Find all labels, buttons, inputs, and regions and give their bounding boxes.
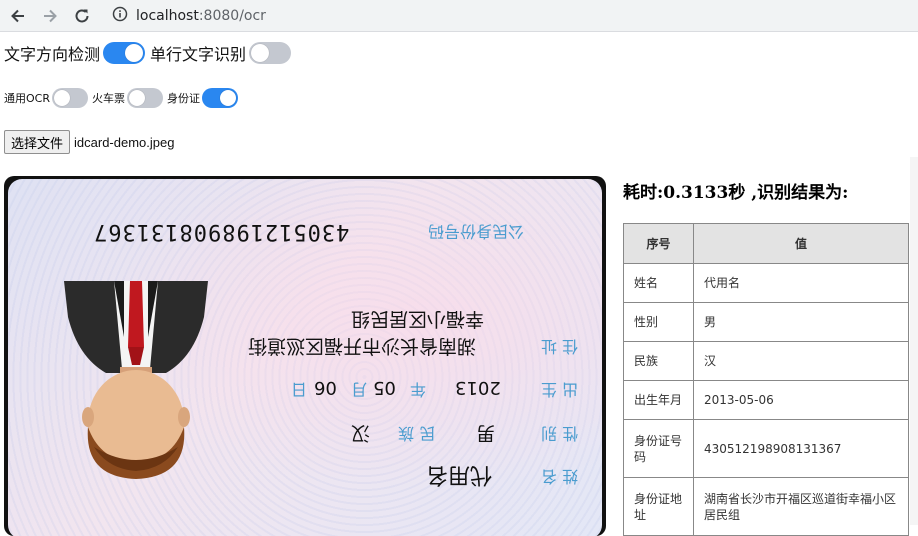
toggle-label-single-line: 单行文字识别: [150, 45, 247, 64]
direction-detect-toggle[interactable]: [103, 42, 146, 64]
back-arrow-icon[interactable]: [6, 4, 30, 28]
table-row: 姓名 代用名: [623, 263, 909, 303]
card-birth-month-unit: 月: [351, 380, 368, 399]
card-address-line1: 湖南省长沙市开福区巡道街: [248, 335, 477, 357]
card-sex-value: 男: [476, 422, 496, 444]
train-ticket-toggle[interactable]: [126, 88, 163, 108]
card-name-label: 姓 名: [541, 467, 579, 486]
forward-arrow-icon[interactable]: [38, 4, 62, 28]
card-name-value: 代用名: [426, 462, 493, 487]
idcard-image: 430512198908131367 公民身份号码 湖南省长沙市开福区巡道街 幸…: [4, 176, 606, 536]
card-birth-day-unit: 日: [291, 380, 308, 399]
table-row: 身份证地址 湖南省长沙市开福区巡道街幸福小区居民组: [623, 477, 909, 536]
portrait-avatar: [64, 281, 208, 479]
table-row: 民族 汉: [623, 341, 909, 381]
toggle-label-idcard: 身份证: [166, 92, 200, 105]
page-scrollbar[interactable]: [910, 157, 918, 525]
single-line-toggle[interactable]: [249, 42, 292, 64]
card-birth-month: 05: [373, 377, 396, 398]
row-value: 汉: [693, 341, 909, 381]
option-toggles: 文字方向检测 单行文字识别: [4, 40, 292, 66]
url-host: localhost: [136, 8, 199, 24]
table-row: 身份证号码 430512198908131367: [623, 419, 909, 478]
row-key: 姓名: [623, 263, 694, 303]
url-path: :8080/ocr: [198, 8, 266, 24]
browser-toolbar: localhost:8080/ocr: [0, 0, 918, 32]
table-row: 出生年月 2013-05-06: [623, 380, 909, 420]
row-value: 2013-05-06: [693, 380, 909, 420]
card-address-line2: 幸福小区居民组: [351, 308, 485, 330]
toggle-label-general: 通用OCR: [4, 92, 50, 105]
card-birth-label: 出 生: [541, 380, 579, 399]
card-birth-day: 06: [314, 377, 337, 398]
card-id-number: 430512198908131367: [93, 219, 350, 244]
mode-toggles: 通用OCR 火车票 身份证: [4, 86, 238, 110]
reload-icon[interactable]: [70, 4, 94, 28]
card-sex-label: 性 别: [541, 424, 579, 443]
toggle-label-direction: 文字方向检测: [4, 45, 101, 64]
general-ocr-toggle[interactable]: [51, 88, 88, 108]
result-table: 序号 值 姓名 代用名 性别 男 民族 汉 出生年月 2013-05-06 身份…: [623, 223, 909, 536]
card-ethnic-value: 汉: [351, 422, 371, 444]
card-birth-year-unit: 年: [410, 380, 427, 399]
column-header-index: 序号: [623, 223, 694, 264]
row-key: 民族: [623, 341, 694, 381]
idcard-front: 430512198908131367 公民身份号码 湖南省长沙市开福区巡道街 幸…: [8, 179, 602, 536]
table-header-row: 序号 值: [623, 223, 909, 264]
idcard-toggle[interactable]: [201, 88, 238, 108]
address-bar[interactable]: localhost:8080/ocr: [112, 5, 266, 27]
row-key: 性别: [623, 302, 694, 342]
table-row: 性别 男: [623, 302, 909, 342]
card-address-label: 住 址: [541, 337, 579, 356]
file-name: idcard-demo.jpeg: [74, 134, 175, 150]
card-id-label: 公民身份号码: [428, 222, 525, 241]
row-value: 男: [693, 302, 909, 342]
card-ethnic-label: 民 族: [398, 424, 436, 443]
row-key: 身份证号码: [623, 419, 694, 478]
toggle-label-train: 火车票: [91, 92, 125, 105]
card-birth-year: 2013: [455, 377, 501, 398]
row-value: 湖南省长沙市开福区巡道街幸福小区居民组: [693, 477, 909, 536]
row-key: 身份证地址: [623, 477, 694, 536]
result-title: 耗时:0.3133秒 ,识别结果为:: [623, 183, 849, 203]
row-value: 430512198908131367: [693, 419, 909, 478]
row-value: 代用名: [693, 263, 909, 303]
info-icon[interactable]: [112, 6, 128, 26]
choose-file-button[interactable]: 选择文件: [4, 130, 71, 154]
column-header-value: 值: [693, 223, 909, 264]
file-picker: 选择文件 idcard-demo.jpeg: [4, 130, 174, 154]
row-key: 出生年月: [623, 380, 694, 420]
